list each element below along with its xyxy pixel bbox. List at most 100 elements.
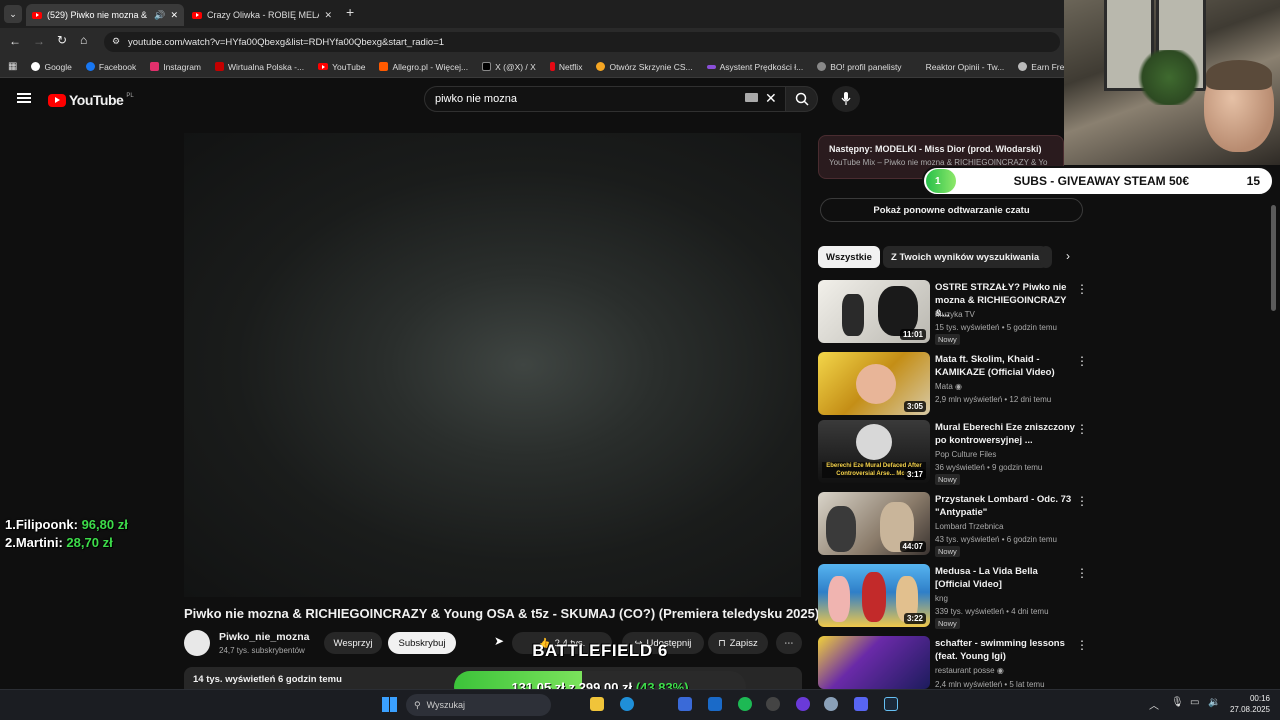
channel-avatar[interactable] (184, 630, 210, 656)
recommendation-meta: 339 tys. wyświetleń • 4 dni temu (935, 607, 1049, 616)
discord-icon[interactable] (854, 697, 868, 711)
speaker-icon[interactable]: 🔊 (154, 10, 165, 21)
recommendation-item[interactable]: Eberechi Eze Mural Defaced After Controv… (818, 420, 1088, 485)
video-thumbnail[interactable]: 11:01 (818, 280, 930, 343)
back-arrow-icon[interactable]: ← (9, 34, 21, 48)
recommendation-meta: 15 tys. wyświetleń • 5 godzin temu (935, 323, 1057, 332)
bookmark-google[interactable]: Google (31, 62, 72, 72)
chevron-right-icon[interactable]: › (1066, 249, 1070, 263)
bookmark-wp[interactable]: Wirtualna Polska -... (215, 62, 304, 72)
tray-chevron-icon[interactable]: ︿ (1149, 697, 1159, 712)
new-badge: Nowy (935, 474, 960, 485)
hamburger-menu-icon[interactable] (17, 93, 31, 103)
facebook-icon (85, 62, 95, 71)
bookmark-netflix[interactable]: Netflix (549, 62, 582, 72)
tab-active[interactable]: (529) Piwko nie mozna & R 🔊 ✕ (26, 4, 184, 26)
recommendation-title: Mata ft. Skolim, Khaid - KAMIKAZE (Offic… (935, 354, 1055, 378)
home-icon[interactable]: ⌂ (80, 33, 87, 47)
voice-search-button[interactable] (832, 86, 860, 112)
bookmark-x[interactable]: X (@X) / X (482, 62, 536, 72)
apps-grid-icon[interactable]: ▦ (8, 61, 17, 72)
youtube-play-icon (48, 93, 66, 107)
video-player[interactable] (184, 133, 801, 597)
reload-icon[interactable]: ↻ (57, 33, 67, 47)
folder-icon[interactable] (590, 697, 604, 711)
app-icon[interactable] (796, 697, 810, 711)
bookmark-cs[interactable]: Otwórz Skrzynie CS... (596, 62, 693, 72)
store-icon[interactable] (678, 697, 692, 711)
recommendation-meta: 2,9 mln wyświetleń • 12 dni temu (935, 395, 1052, 404)
clock[interactable]: 00:16 27.08.2025 (1226, 693, 1270, 715)
settings-icon[interactable] (824, 697, 838, 711)
microphone-tray-icon[interactable]: 🎙 (1171, 697, 1184, 708)
recommendation-channel: restaurant posse ◉ (935, 666, 1004, 675)
volume-icon[interactable]: 🔉 (1208, 697, 1220, 708)
clear-search-icon[interactable]: ✕ (765, 90, 777, 107)
obs-icon[interactable] (766, 697, 780, 711)
edge-icon[interactable] (620, 697, 634, 711)
more-options-icon[interactable]: ⋮ (1076, 494, 1088, 508)
bookmark-reaktor[interactable]: Reaktor Opinii - Tw... (916, 62, 1005, 72)
recommendation-item[interactable]: 3:22 Medusa - La Vida Bella [Official Vi… (818, 564, 1088, 629)
recommendation-channel: Muzyka TV (935, 310, 975, 319)
chip-from-search[interactable]: Z Twoich wyników wyszukiwania (883, 246, 1048, 268)
video-thumbnail[interactable] (818, 636, 930, 689)
show-chat-replay-button[interactable]: Pokaż ponowne odtwarzanie czatu (820, 198, 1083, 222)
recommendation-channel: kng (935, 594, 948, 603)
bookmark-earn[interactable]: Earn Free Cash Onl (1018, 62, 1064, 72)
recommendation-title: Medusa - La Vida Bella [Official Video] (935, 566, 1038, 590)
video-thumbnail[interactable]: 3:05 (818, 352, 930, 415)
bookmark-allegro[interactable]: Allegro.pl - Więcej... (379, 62, 468, 72)
video-thumbnail[interactable]: 3:22 (818, 564, 930, 627)
more-options-icon[interactable]: ⋮ (1076, 354, 1088, 368)
chip-all[interactable]: Wszystkie (818, 246, 880, 268)
more-options-icon[interactable]: ⋮ (1076, 422, 1088, 436)
new-tab-button[interactable]: + (346, 4, 354, 20)
channel-name[interactable]: Piwko_nie_mozna (219, 631, 309, 643)
bookmark-bo[interactable]: BO! profil panelisty (817, 62, 902, 72)
instagram-icon (150, 62, 160, 71)
recommendation-item[interactable]: 11:01 OSTRE STRZAŁY? Piwko nie mozna & R… (818, 280, 1088, 345)
search-button[interactable] (786, 86, 818, 112)
taskbar-search[interactable]: ⚲ Wyszukaj (406, 694, 551, 716)
subscribe-button[interactable]: Subskrybuj (388, 632, 456, 654)
video-duration: 3:17 (903, 469, 926, 480)
tab-list-chevron-icon[interactable]: ⌄ (4, 5, 22, 23)
recommendation-item[interactable]: 3:05 Mata ft. Skolim, Khaid - KAMIKAZE (… (818, 352, 1088, 416)
windows-start-icon[interactable] (382, 697, 397, 712)
bookmark-facebook[interactable]: Facebook (85, 62, 136, 72)
x-icon (482, 62, 492, 71)
youtube-logo[interactable]: YouTube PL (48, 92, 134, 108)
recommendation-meta: 43 tys. wyświetleń • 6 godzin temu (935, 535, 1057, 544)
support-button[interactable]: Wesprzyj (324, 632, 382, 654)
more-actions-button[interactable]: ⋯ (776, 632, 802, 654)
steam-icon[interactable] (884, 697, 898, 711)
giveaway-progress-badge: 1 (926, 169, 956, 193)
recommendation-channel: Lombard Trzebnica (935, 522, 1004, 531)
allegro-icon (379, 62, 389, 71)
tab-title: Crazy Oliwka - ROBIĘ MELANŻ (207, 10, 319, 20)
tab-close-icon[interactable]: ✕ (170, 10, 178, 21)
more-options-icon[interactable]: ⋮ (1076, 566, 1088, 580)
bookmark-youtube[interactable]: YouTube (318, 62, 365, 72)
site-info-icon[interactable]: ⚙ (112, 36, 120, 47)
giveaway-text: SUBS - GIVEAWAY STEAM 50€ (1013, 174, 1190, 188)
spotify-icon[interactable] (738, 697, 752, 711)
forward-arrow-icon[interactable]: → (33, 34, 45, 48)
tab-close-icon[interactable]: ✕ (324, 10, 332, 21)
more-options-icon[interactable]: ⋮ (1076, 282, 1088, 296)
more-options-icon[interactable]: ⋮ (1076, 638, 1088, 652)
recommendation-item[interactable]: 44:07 Przystanek Lombard - Odc. 73 "Anty… (818, 492, 1088, 557)
mail-icon[interactable] (708, 697, 722, 711)
network-icon[interactable]: ▭ (1190, 697, 1199, 708)
chip-more[interactable] (1040, 246, 1052, 268)
tab-inactive[interactable]: Crazy Oliwka - ROBIĘ MELANŻ ✕ (186, 4, 338, 26)
search-input[interactable]: piwko nie mozna ✕ (424, 86, 786, 112)
bookmark-instagram[interactable]: Instagram (150, 62, 201, 72)
bookmark-asystent[interactable]: Asystent Prędkości ł... (706, 62, 803, 72)
keyboard-icon[interactable] (745, 93, 758, 102)
address-bar[interactable]: ⚙ youtube.com/watch?v=HYfa00Qbexg&list=R… (104, 32, 1060, 52)
page-scrollbar[interactable] (1271, 205, 1276, 311)
video-thumbnail[interactable]: Eberechi Eze Mural Defaced After Controv… (818, 420, 930, 483)
video-thumbnail[interactable]: 44:07 (818, 492, 930, 555)
